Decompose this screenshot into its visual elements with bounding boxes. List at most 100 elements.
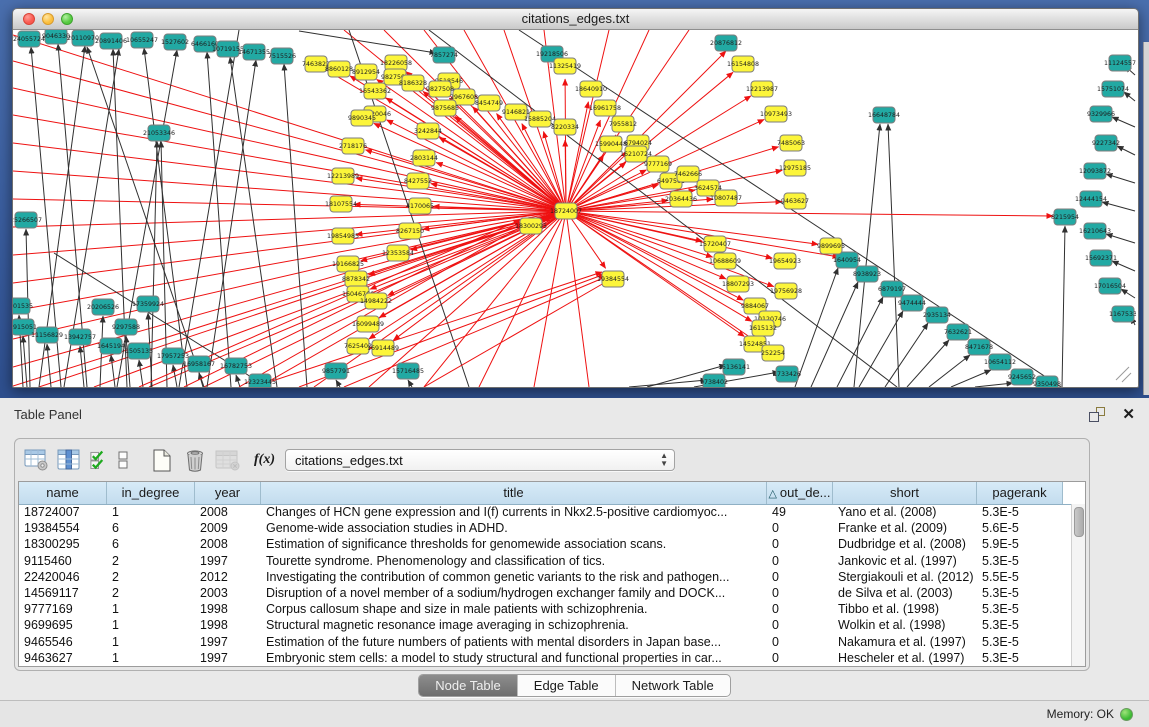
graph-node-teal[interactable]: 15716485	[392, 363, 424, 379]
graph-node-yellow[interactable]: 8186328	[399, 75, 427, 91]
graph-node-yellow[interactable]: 12213987	[746, 81, 778, 97]
column-header-in-degree[interactable]: in_degree	[107, 482, 195, 504]
tab-node-table[interactable]: Node Table	[419, 675, 517, 696]
table-row[interactable]: 1456911722003Disruption of a novel membe…	[19, 585, 1072, 601]
table-row[interactable]: 969969511998Structural magnetic resonanc…	[19, 617, 1072, 633]
graph-node-teal[interactable]: 7515526	[268, 48, 296, 64]
graph-node-teal[interactable]: 12444154	[1075, 191, 1107, 207]
graph-node-yellow[interactable]: 11325419	[549, 58, 581, 74]
column-header-out-de-[interactable]: △out_de...	[767, 482, 833, 504]
table-source-dropdown[interactable]: citations_edges.txt ▲▼	[285, 449, 675, 471]
graph-node-yellow[interactable]: 252254	[761, 345, 785, 361]
graph-node-yellow[interactable]: 12213989	[327, 168, 359, 184]
graph-node-teal[interactable]: 17016504	[1094, 278, 1126, 294]
graph-node-teal[interactable]: 9046330	[42, 30, 70, 44]
graph-node-yellow[interactable]: 12975185	[779, 160, 811, 176]
graph-node-yellow[interactable]: 2718176	[339, 138, 367, 154]
graph-node-yellow[interactable]: 8427552	[404, 173, 432, 189]
graph-node-teal[interactable]: 1733426	[773, 366, 801, 382]
minimize-window-button[interactable]	[42, 13, 54, 25]
column-header-year[interactable]: year	[195, 482, 261, 504]
graph-node-teal[interactable]: 15692371	[1085, 250, 1117, 266]
table-row[interactable]: 1830029562008Estimation of significance …	[19, 536, 1072, 552]
graph-node-yellow[interactable]: 19854985	[327, 228, 359, 244]
graph-node-teal[interactable]: 11124557	[1104, 55, 1136, 71]
graph-node-yellow[interactable]: 9777169	[644, 156, 672, 172]
graph-node-teal[interactable]: 9474444	[898, 295, 926, 311]
graph-node-yellow[interactable]: 7462666	[674, 166, 702, 182]
graph-node-teal[interactable]: 16210643	[1079, 223, 1111, 239]
column-header-title[interactable]: title	[261, 482, 767, 504]
row-selection-checks-icon[interactable]	[89, 447, 107, 473]
column-header-name[interactable]: name	[19, 482, 107, 504]
graph-node-yellow[interactable]: 8267150	[396, 223, 424, 239]
graph-node-teal[interactable]: 6879197	[878, 281, 906, 297]
graph-node-teal[interactable]: 16782753	[220, 358, 252, 374]
graph-node-yellow[interactable]: 19384554	[597, 271, 629, 287]
table-row[interactable]: 1872400712008Changes of HCN gene express…	[19, 504, 1072, 520]
new-table-icon[interactable]	[149, 447, 175, 473]
graph-node-yellow[interactable]: 19166825	[332, 256, 364, 272]
graph-node-yellow[interactable]: 4170065	[406, 198, 434, 214]
float-window-icon[interactable]	[1089, 407, 1105, 422]
graph-node-teal[interactable]: 9350498	[1033, 376, 1061, 387]
graph-node-teal[interactable]: 9329966	[1087, 106, 1115, 122]
table-settings-icon[interactable]	[23, 447, 49, 473]
table-row[interactable]: 946362711997Embryonic stem cells: a mode…	[19, 650, 1072, 666]
graph-node-yellow[interactable]: 10973493	[760, 106, 792, 122]
graph-node-teal[interactable]: 13942757	[64, 329, 96, 345]
graph-node-yellow[interactable]: 18300295	[515, 218, 547, 234]
graph-node-teal[interactable]: 12323445	[244, 374, 276, 387]
graph-node-teal[interactable]: 1527602	[161, 34, 189, 50]
memory-ok-indicator[interactable]	[1120, 708, 1133, 721]
graph-node-yellow[interactable]: 14984222	[360, 293, 392, 309]
graph-node-teal[interactable]: 8938923	[853, 266, 881, 282]
graph-node-yellow[interactable]: 8878342	[342, 271, 370, 287]
table-row[interactable]: 2242004622012Investigating the contribut…	[19, 569, 1072, 585]
function-builder-icon[interactable]: f(x)	[254, 452, 275, 468]
table-row[interactable]: 1938455462009Genome-wide association stu…	[19, 520, 1072, 536]
table-row[interactable]: 977716911998Corpus callosum shape and si…	[19, 601, 1072, 617]
tab-network-table[interactable]: Network Table	[615, 675, 730, 696]
graph-node-teal[interactable]: 9738402	[700, 374, 728, 387]
tab-edge-table[interactable]: Edge Table	[517, 675, 615, 696]
graph-node-yellow[interactable]: 1615132	[749, 320, 777, 336]
graph-node-teal[interactable]: 1167533	[1109, 306, 1136, 322]
graph-node-teal[interactable]: 8471678	[965, 339, 993, 355]
graph-node-teal[interactable]: 17359924	[132, 296, 164, 312]
graph-node-teal[interactable]: 9297588	[112, 319, 140, 335]
graph-node-yellow[interactable]: 8860128	[325, 61, 353, 77]
close-icon[interactable]: ✕	[1122, 405, 1135, 423]
graph-node-yellow[interactable]: 18807293	[722, 276, 754, 292]
graph-node-yellow[interactable]: 7955812	[609, 116, 637, 132]
graph-node-teal[interactable]: 25266507	[13, 212, 42, 228]
network-canvas[interactable]: 1872400724055724904633020110970208914061…	[13, 30, 1138, 387]
graph-node-yellow[interactable]: 3242844	[414, 123, 442, 139]
graph-node-yellow[interactable]: 8220334	[551, 119, 579, 135]
graph-node-yellow[interactable]: 12353584	[382, 245, 414, 261]
graph-node-yellow[interactable]: 9899695	[817, 238, 845, 254]
column-header-pagerank[interactable]: pagerank	[977, 482, 1063, 504]
graph-node-yellow[interactable]: 15720407	[699, 236, 731, 252]
scrollbar-thumb[interactable]	[1074, 507, 1084, 537]
graph-node-teal[interactable]: 24055724	[13, 31, 45, 47]
graph-node-teal[interactable]: 20876812	[710, 35, 742, 51]
vertical-scrollbar[interactable]	[1071, 504, 1085, 666]
graph-node-yellow[interactable]: 18724007	[550, 203, 582, 219]
rows-icon[interactable]	[114, 447, 132, 473]
graph-node-teal[interactable]: 7857274	[430, 47, 458, 63]
graph-node-yellow[interactable]: 16154808	[727, 56, 759, 72]
graph-node-yellow[interactable]: 10807487	[710, 190, 742, 206]
graph-node-yellow[interactable]: 8454749	[475, 95, 503, 111]
graph-node-yellow[interactable]: 15990448	[595, 136, 627, 152]
delete-table-icon[interactable]	[182, 447, 208, 473]
graph-node-teal[interactable]: 20891406	[95, 33, 127, 49]
graph-node-yellow[interactable]: 20364436	[665, 191, 697, 207]
zoom-window-button[interactable]	[61, 13, 73, 25]
graph-node-teal[interactable]: 9245652	[1008, 369, 1036, 385]
graph-node-teal[interactable]: 10654112	[984, 354, 1016, 370]
close-window-button[interactable]	[23, 13, 35, 25]
graph-node-teal[interactable]: 15751074	[1097, 81, 1129, 97]
graph-node-yellow[interactable]: 8912954	[352, 64, 380, 80]
graph-node-yellow[interactable]: 7485063	[777, 135, 805, 151]
